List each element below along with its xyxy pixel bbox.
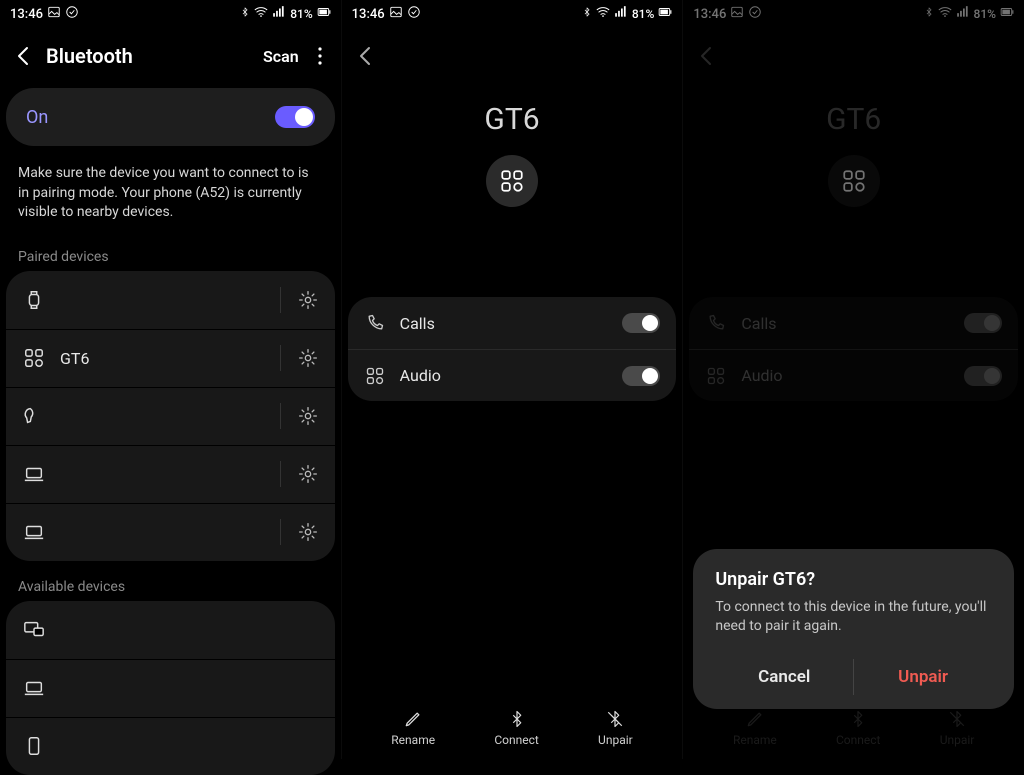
check-icon bbox=[65, 5, 79, 23]
rename-button[interactable]: Rename bbox=[391, 709, 435, 747]
paired-device-row[interactable] bbox=[6, 503, 335, 561]
bluetooth-status-icon bbox=[582, 5, 592, 23]
unpair-button[interactable]: Unpair bbox=[598, 709, 633, 747]
feature-label: Audio bbox=[400, 366, 609, 385]
unpair-dialog: Unpair GT6? To connect to this device in… bbox=[693, 549, 1014, 709]
laptop-icon bbox=[22, 462, 46, 486]
image-icon bbox=[389, 5, 403, 23]
feature-label: Calls bbox=[400, 314, 609, 333]
signal-status-icon bbox=[272, 5, 286, 23]
widget-icon bbox=[22, 346, 46, 370]
device-name: GT6 bbox=[60, 349, 266, 368]
back-button[interactable] bbox=[354, 44, 378, 68]
available-device-row[interactable] bbox=[6, 717, 335, 775]
bluetooth-icon bbox=[507, 709, 527, 729]
call-icon bbox=[364, 312, 386, 334]
header bbox=[342, 28, 683, 84]
paired-device-row[interactable] bbox=[6, 271, 335, 329]
audio-toggle[interactable] bbox=[622, 366, 660, 386]
bluetooth-settings-screen: 13:46 81% Bluetooth Scan On Make sure th… bbox=[0, 0, 341, 759]
dialog-scrim[interactable]: Unpair GT6? To connect to this device in… bbox=[683, 0, 1024, 759]
device-settings-button[interactable] bbox=[297, 521, 319, 543]
calls-toggle[interactable] bbox=[622, 313, 660, 333]
device-settings-button[interactable] bbox=[297, 463, 319, 485]
bluetooth-off-icon bbox=[605, 709, 625, 729]
phone-icon bbox=[22, 734, 46, 758]
paired-devices-list: GT6 bbox=[6, 271, 335, 561]
available-devices-list bbox=[6, 601, 335, 775]
earbuds-icon bbox=[22, 404, 46, 428]
paired-device-row[interactable]: GT6 bbox=[6, 329, 335, 387]
device-title: GT6 bbox=[342, 102, 683, 137]
bluetooth-state-label: On bbox=[26, 107, 48, 128]
paired-device-row[interactable] bbox=[6, 445, 335, 503]
laptop-icon bbox=[22, 676, 46, 700]
scan-button[interactable]: Scan bbox=[263, 47, 299, 66]
device-settings-button[interactable] bbox=[297, 347, 319, 369]
battery-icon bbox=[317, 5, 331, 23]
dialog-title: Unpair GT6? bbox=[715, 569, 992, 590]
device-type-icon bbox=[486, 155, 538, 207]
signal-status-icon bbox=[614, 5, 628, 23]
status-bar: 13:46 81% bbox=[342, 0, 683, 28]
battery-icon bbox=[658, 5, 672, 23]
status-time: 13:46 bbox=[10, 7, 43, 22]
device-detail-screen-dialog: 13:46 81% GT6 Calls Audio bbox=[682, 0, 1024, 759]
page-title: Bluetooth bbox=[46, 44, 263, 68]
watch-icon bbox=[22, 288, 46, 312]
check-icon bbox=[407, 5, 421, 23]
connect-button[interactable]: Connect bbox=[494, 709, 538, 747]
action-bar: Rename Connect Unpair bbox=[342, 703, 683, 755]
image-icon bbox=[47, 5, 61, 23]
paired-devices-label: Paired devices bbox=[0, 231, 341, 271]
wifi-status-icon bbox=[596, 5, 610, 23]
status-time: 13:46 bbox=[352, 7, 385, 22]
available-device-row[interactable] bbox=[6, 659, 335, 717]
screen-mirror-icon bbox=[22, 618, 46, 642]
calls-toggle-row[interactable]: Calls bbox=[348, 297, 677, 349]
cancel-button[interactable]: Cancel bbox=[715, 659, 853, 695]
battery-percent: 81% bbox=[290, 7, 312, 21]
paired-device-row[interactable] bbox=[6, 387, 335, 445]
status-bar: 13:46 81% bbox=[0, 0, 341, 28]
pencil-icon bbox=[403, 709, 423, 729]
header: Bluetooth Scan bbox=[0, 28, 341, 84]
toggle-switch-on[interactable] bbox=[275, 106, 315, 128]
bluetooth-status-icon bbox=[240, 5, 250, 23]
device-settings-button[interactable] bbox=[297, 289, 319, 311]
back-button[interactable] bbox=[12, 44, 36, 68]
device-detail-screen: 13:46 81% GT6 Calls Audio bbox=[341, 0, 683, 759]
more-button[interactable] bbox=[311, 46, 329, 66]
battery-percent: 81% bbox=[632, 7, 654, 21]
wifi-status-icon bbox=[254, 5, 268, 23]
device-settings-button[interactable] bbox=[297, 405, 319, 427]
unpair-confirm-button[interactable]: Unpair bbox=[853, 659, 992, 695]
pairing-hint: Make sure the device you want to connect… bbox=[0, 150, 341, 231]
available-device-row[interactable] bbox=[6, 601, 335, 659]
bluetooth-master-toggle[interactable]: On bbox=[6, 88, 335, 146]
dialog-message: To connect to this device in the future,… bbox=[715, 598, 992, 637]
laptop-icon bbox=[22, 520, 46, 544]
feature-list: Calls Audio bbox=[348, 297, 677, 401]
widget-icon bbox=[364, 365, 386, 387]
audio-toggle-row[interactable]: Audio bbox=[348, 349, 677, 401]
available-devices-label: Available devices bbox=[0, 561, 341, 601]
